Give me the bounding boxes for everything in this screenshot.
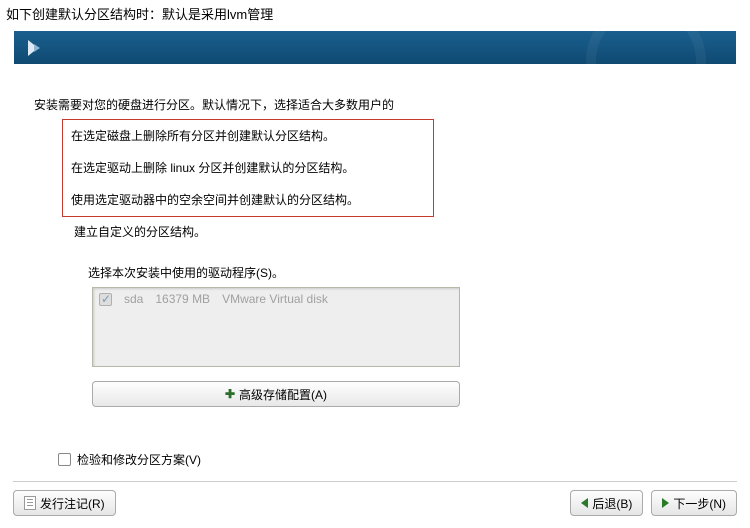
option-remove-linux[interactable]: 在选定驱动上删除 linux 分区并创建默认的分区结构。 [63, 152, 433, 184]
page-caption: 如下创建默认分区结构时：默认是采用lvm管理 [0, 0, 750, 27]
arrow-right-icon [662, 498, 669, 508]
option-use-free-space[interactable]: 使用选定驱动器中的空余空间并创建默认的分区结构。 [63, 184, 433, 216]
next-button[interactable]: 下一步(N) [651, 490, 737, 516]
option-custom-layout[interactable]: 建立自定义的分区结构。 [74, 217, 722, 252]
option-remove-all[interactable]: 在选定磁盘上删除所有分区并创建默认分区结构。 [63, 120, 433, 152]
back-label: 后退(B) [592, 495, 632, 512]
banner-decoration [586, 31, 706, 64]
advanced-storage-label: 高级存储配置(A) [239, 386, 327, 403]
notes-icon [24, 496, 36, 510]
drive-size: 16379 MB [155, 292, 210, 306]
main-content: 安装需要对您的硬盘进行分区。默认情况下，选择适合大多数用户的 分区方案。您可以选… [0, 64, 750, 478]
review-checkbox[interactable] [58, 453, 71, 466]
drive-name: sda [124, 292, 143, 306]
back-button[interactable]: 后退(B) [570, 490, 643, 516]
advanced-storage-button[interactable]: ✚ 高级存储配置(A) [92, 381, 460, 407]
release-notes-label: 发行注记(R) [40, 495, 105, 512]
partition-options-highlight: 在选定磁盘上删除所有分区并创建默认分区结构。 在选定驱动上删除 linux 分区… [62, 119, 434, 217]
arrow-left-icon [581, 498, 588, 508]
intro-line-1: 安装需要对您的硬盘进行分区。默认情况下，选择适合大多数用户的 [34, 96, 722, 115]
drive-list[interactable]: sda 16379 MB VMware Virtual disk [92, 287, 460, 367]
header-banner [14, 31, 736, 64]
banner-arrow-icon-small [34, 44, 40, 52]
intro-text: 安装需要对您的硬盘进行分区。默认情况下，选择适合大多数用户的 分区方案。您可以选… [34, 96, 722, 117]
plus-icon: ✚ [225, 387, 235, 401]
drive-desc: VMware Virtual disk [222, 292, 328, 306]
release-notes-button[interactable]: 发行注记(R) [13, 490, 116, 516]
bottom-toolbar: 发行注记(R) 后退(B) 下一步(N) [13, 481, 737, 516]
review-label: 检验和修改分区方案(V) [77, 451, 201, 468]
drive-checkbox-icon[interactable] [99, 293, 112, 306]
drive-select-label: 选择本次安装中使用的驱动程序(S)。 [88, 252, 722, 287]
review-partition-row[interactable]: 检验和修改分区方案(V) [58, 451, 722, 468]
next-label: 下一步(N) [673, 495, 726, 512]
drive-row-sda[interactable]: sda 16379 MB VMware Virtual disk [99, 292, 453, 306]
